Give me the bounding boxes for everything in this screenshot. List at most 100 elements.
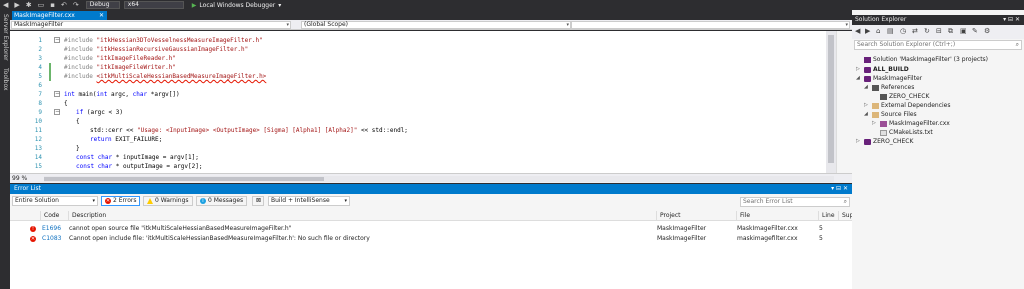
tree-item-label: ZERO_CHECK — [873, 138, 914, 145]
folder-icon — [872, 111, 879, 118]
run-debugger-button[interactable]: ▶ Local Windows Debugger ▾ — [192, 2, 282, 9]
home-icon[interactable]: ⌂ — [876, 27, 880, 35]
solution-explorer-search-placeholder: Search Solution Explorer (Ctrl+;) — [857, 41, 956, 48]
scope-select[interactable]: Entire Solution ▾ — [12, 196, 98, 206]
sync-icon[interactable]: ⇄ — [912, 27, 918, 35]
column-header-type[interactable] — [24, 211, 40, 221]
editor-horizontal-scrollbar[interactable] — [44, 176, 834, 182]
solution-icon — [864, 56, 871, 63]
redo-icon[interactable]: ↷ — [73, 0, 79, 10]
panel-controls-icon[interactable]: ▾ ⊟ ✕ — [1003, 15, 1020, 25]
code-line: if (argc < 3) — [76, 109, 123, 116]
table-row[interactable]: ✕ C1083 Cannot open include file: 'itkMu… — [10, 234, 852, 244]
collapse-arrow-icon[interactable]: ◢ — [864, 110, 870, 119]
tree-item-reference[interactable]: ZERO_CHECK — [880, 92, 929, 101]
main-toolbar: ◀ ▶ ✱ ▭ ▪ ↶ ↷ Debug x64 ▶ Local Windows … — [0, 0, 1024, 10]
zoom-level[interactable]: 99 % — [12, 175, 27, 182]
error-project: MaskImageFilter — [657, 225, 707, 232]
column-header-line[interactable]: Line — [818, 211, 838, 221]
build-source-select[interactable]: Build + IntelliSense ▾ — [268, 196, 350, 206]
new-item-icon[interactable]: ✱ — [26, 0, 32, 10]
scrollbar-thumb[interactable] — [44, 177, 324, 181]
member-dropdown[interactable]: ▾ — [571, 21, 850, 29]
tree-item-file[interactable]: CMakeLists.txt — [872, 128, 933, 137]
code-line: { — [64, 100, 68, 107]
server-explorer-tab[interactable]: Server Explorer — [2, 14, 9, 61]
show-all-files-icon[interactable]: ▣ — [960, 27, 967, 35]
expand-arrow-icon[interactable]: ▷ — [856, 137, 862, 146]
fold-toggle-icon[interactable]: − — [54, 37, 60, 43]
open-icon[interactable]: ▭ — [38, 0, 45, 10]
tree-item-label: MaskImageFilter.cxx — [889, 120, 950, 127]
expand-arrow-icon[interactable]: ▷ — [872, 119, 878, 128]
column-header-description[interactable]: Description — [68, 211, 656, 221]
messages-filter-button[interactable]: i 0 Messages — [196, 196, 248, 206]
document-tab-bar: MaskImageFilter.cxx ✕ — [10, 10, 852, 20]
scope-dropdown[interactable]: (Global Scope) ▾ — [301, 21, 571, 29]
undo-icon[interactable]: ↶ — [61, 0, 67, 10]
column-header-code[interactable]: Code — [40, 211, 68, 221]
column-header-suppression[interactable]: Sup — [838, 211, 853, 221]
tree-item-references[interactable]: ◢ References — [864, 83, 914, 92]
error-code-link[interactable]: C1083 — [42, 234, 61, 244]
back-icon[interactable]: ◀ — [855, 27, 860, 35]
toolbox-tab[interactable]: Toolbox — [2, 68, 9, 91]
configuration-select[interactable]: Debug — [85, 1, 120, 9]
solution-explorer-search-input[interactable]: Search Solution Explorer (Ctrl+;) ⌕ — [854, 40, 1022, 50]
error-code-link[interactable]: E1696 — [42, 224, 61, 234]
forward-icon[interactable]: ▶ — [865, 27, 870, 35]
tree-item-external-dependencies[interactable]: ▷ External Dependencies — [864, 101, 951, 110]
solution-explorer-title-bar: Solution Explorer ▾ ⊟ ✕ — [852, 15, 1024, 25]
collapse-arrow-icon[interactable]: ◢ — [864, 83, 870, 92]
column-header-project[interactable]: Project — [656, 211, 736, 221]
panel-controls-icon[interactable]: ▾ ⊟ ✕ — [831, 184, 848, 194]
table-row[interactable]: ! E1696 cannot open source file "itkMult… — [10, 224, 852, 234]
code-editor[interactable]: 1 2 3 4 5 6 7 8 9 10 11 12 13 14 15 − − … — [10, 31, 836, 173]
refresh-icon[interactable]: ↻ — [924, 27, 930, 35]
expand-arrow-icon[interactable]: ▷ — [856, 65, 862, 74]
search-icon: ⌕ — [1015, 41, 1019, 48]
switch-views-icon[interactable]: ▤ — [887, 27, 894, 35]
tree-item-project[interactable]: ▷ ALL_BUILD — [856, 65, 909, 74]
tree-item-file[interactable]: ▷ MaskImageFilter.cxx — [872, 119, 950, 128]
line-number: 1 — [38, 37, 42, 44]
forward-icon[interactable]: ▶ — [14, 0, 19, 10]
fold-toggle-icon[interactable]: − — [54, 109, 60, 115]
scrollbar-thumb[interactable] — [828, 35, 834, 163]
properties-icon[interactable]: ✎ — [972, 27, 978, 35]
collapse-all-icon[interactable]: ⊟ — [936, 27, 942, 35]
editor-vertical-scrollbar[interactable] — [826, 31, 836, 173]
platform-select[interactable]: x64 — [123, 1, 184, 9]
scope-dropdown-value: (Global Scope) — [304, 21, 349, 28]
tree-item-solution[interactable]: Solution 'MaskImageFilter' (3 projects) — [856, 55, 988, 64]
project-icon — [864, 75, 871, 82]
line-number: 9 — [38, 109, 42, 116]
tree-item-project[interactable]: ◢ MaskImageFilter — [856, 74, 922, 83]
filter-toggle-button[interactable]: ⊠ — [252, 196, 264, 206]
save-icon[interactable]: ▪ — [50, 0, 55, 10]
error-list-panel: Error List ▾ ⊟ ✕ Entire Solution ▾ ✕ 2 E… — [10, 184, 853, 289]
close-icon[interactable]: ✕ — [99, 12, 104, 19]
back-icon[interactable]: ◀ — [3, 0, 8, 10]
pending-changes-icon[interactable]: ◷ — [900, 27, 906, 35]
settings-icon[interactable]: ⚙ — [984, 27, 990, 35]
search-icon: ⌕ — [843, 198, 847, 205]
copy-icon[interactable]: ⧉ — [948, 27, 953, 36]
tree-item-project[interactable]: ▷ ZERO_CHECK — [856, 137, 913, 146]
project-icon — [864, 66, 871, 73]
fold-toggle-icon[interactable]: − — [54, 91, 60, 97]
tree-item-label: CMakeLists.txt — [889, 129, 933, 136]
column-header-file[interactable]: File — [736, 211, 818, 221]
errors-filter-button[interactable]: ✕ 2 Errors — [101, 196, 141, 206]
reference-icon — [880, 93, 887, 100]
error-list-toolbar: Entire Solution ▾ ✕ 2 Errors 0 Warnings … — [10, 196, 852, 208]
warnings-filter-button[interactable]: 0 Warnings — [143, 196, 193, 206]
document-tab[interactable]: MaskImageFilter.cxx ✕ — [12, 11, 107, 20]
code-line: } — [76, 145, 80, 152]
error-list-search-input[interactable]: Search Error List ⌕ — [740, 197, 850, 207]
collapse-arrow-icon[interactable]: ◢ — [856, 74, 862, 83]
expand-arrow-icon[interactable]: ▷ — [864, 101, 870, 110]
tree-item-source-files[interactable]: ◢ Source Files — [864, 110, 917, 119]
warnings-filter-label: 0 Warnings — [155, 197, 189, 204]
project-dropdown[interactable]: MaskImageFilter ▾ — [11, 21, 291, 29]
